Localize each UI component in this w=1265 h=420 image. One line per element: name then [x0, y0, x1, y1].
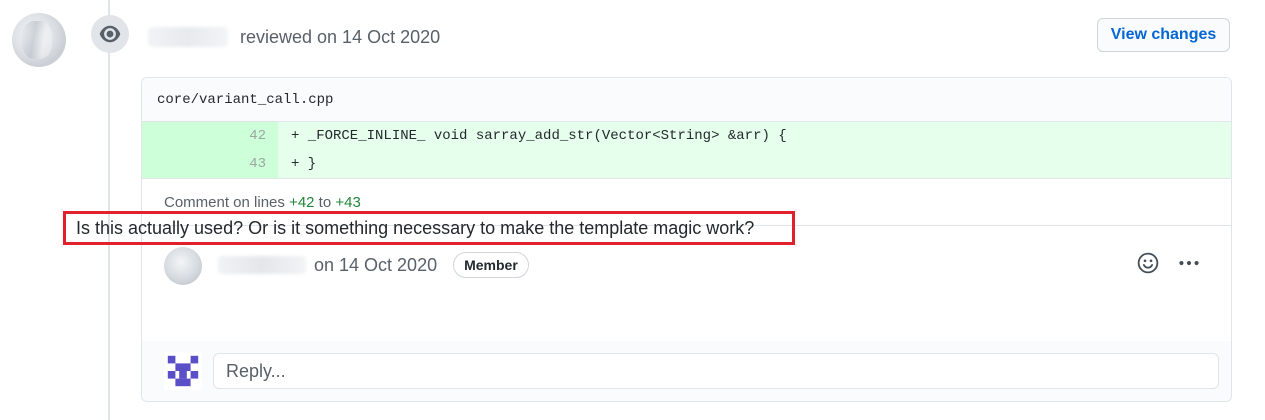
timeline-line — [108, 0, 110, 420]
eye-icon-svg — [99, 25, 121, 43]
reply-input[interactable] — [213, 353, 1219, 389]
identicon-avatar[interactable] — [164, 352, 202, 390]
commenter-avatar[interactable] — [164, 247, 202, 285]
eye-icon — [91, 15, 129, 53]
view-changes-button[interactable]: View changes — [1097, 18, 1230, 52]
diff-line: 43 + } — [142, 150, 1231, 178]
diff-line-number[interactable]: 43 — [142, 150, 278, 178]
member-badge: Member — [453, 252, 529, 278]
reviewer-avatar[interactable] — [12, 13, 66, 67]
review-header: reviewed on 14 Oct 2020 — [148, 24, 440, 50]
comment-range-start: +42 — [289, 193, 315, 211]
review-action-text: reviewed on 14 Oct 2020 — [240, 26, 441, 47]
comment-body: Is this actually used? Or is it somethin… — [63, 211, 795, 245]
comment-actions — [1137, 252, 1201, 274]
comment-date[interactable]: on 14 Oct 2020 — [314, 255, 437, 276]
file-path[interactable]: core/variant_call.cpp — [142, 78, 1231, 122]
reviewer-username-redacted[interactable] — [148, 27, 228, 47]
reply-area — [142, 341, 1231, 401]
comment-header: on 14 Oct 2020 Member — [218, 252, 529, 278]
comment-range-prefix: Comment on lines — [164, 193, 290, 211]
comment-range-middle: to — [314, 193, 336, 211]
commenter-username-redacted[interactable] — [218, 256, 306, 274]
diff-line-code: + _FORCE_INLINE_ void sarray_add_str(Vec… — [278, 122, 1231, 150]
smiley-icon[interactable] — [1137, 252, 1159, 274]
diff-line: 42 + _FORCE_INLINE_ void sarray_add_str(… — [142, 122, 1231, 150]
comment-range-end: +43 — [335, 193, 361, 211]
diff-line-code: + } — [278, 150, 1231, 178]
diff-line-number[interactable]: 42 — [142, 122, 278, 150]
kebab-horizontal-icon[interactable] — [1177, 252, 1201, 274]
